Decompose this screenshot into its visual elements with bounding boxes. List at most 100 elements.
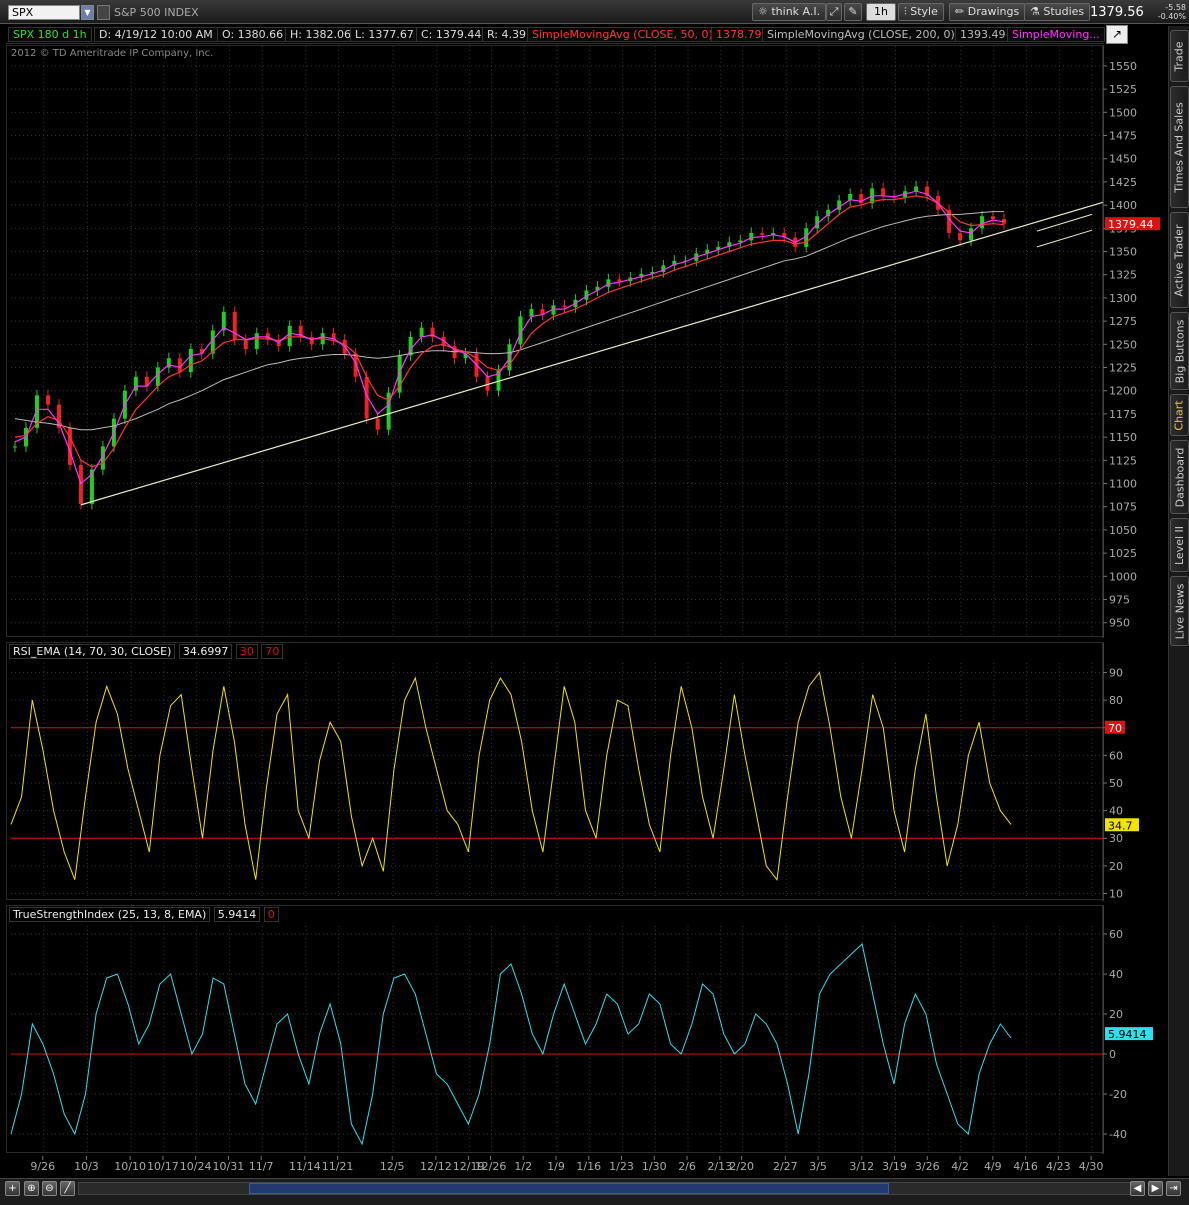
price-ytick-label: 1400 bbox=[1109, 199, 1137, 212]
xtick-label: 11/14 bbox=[289, 1160, 321, 1173]
price-ytick-label: 1000 bbox=[1109, 570, 1137, 583]
last-price: 1379.56 bbox=[1090, 5, 1144, 20]
sma-third-label[interactable]: SimpleMoving... bbox=[1007, 27, 1105, 42]
tab-chart[interactable]: Chart bbox=[1170, 394, 1189, 436]
studies-button[interactable]: ⚗ Studies bbox=[1024, 3, 1091, 21]
tsi-chart[interactable]: -40 -20 0 20 40 60 5.9414 bbox=[7, 906, 1167, 1154]
tab-live-news[interactable]: Live News bbox=[1170, 576, 1189, 646]
close-value: C: 1379.44 bbox=[416, 27, 487, 42]
price-candle-body bbox=[13, 446, 17, 448]
rsi-70-axis-label: 70 bbox=[1108, 722, 1122, 735]
xtick-label: 2/20 bbox=[729, 1160, 754, 1173]
xtick-label: 2/27 bbox=[773, 1160, 798, 1173]
cursor-date: D: 4/19/12 10:00 AM bbox=[94, 27, 218, 42]
price-candle-body bbox=[45, 395, 50, 405]
price-ytick-label: 1025 bbox=[1109, 547, 1137, 560]
scroll-right-icon[interactable]: ▶ bbox=[1148, 1181, 1163, 1196]
xtick-label: 3/12 bbox=[849, 1160, 874, 1173]
price-ytick-label: 1175 bbox=[1109, 408, 1137, 421]
price-ytick-label: 1200 bbox=[1109, 385, 1137, 398]
xtick-label: 12/5 bbox=[380, 1160, 405, 1173]
rsi-ytick-label: 10 bbox=[1109, 887, 1123, 900]
rsi-ytick-label: 50 bbox=[1109, 777, 1123, 790]
tab-big-buttons[interactable]: Big Buttons bbox=[1170, 312, 1189, 390]
think-ai-button[interactable]: ☼ think A.I. bbox=[752, 3, 827, 21]
tab-active-trader[interactable]: Active Trader bbox=[1170, 212, 1189, 308]
price-candle-body bbox=[914, 186, 919, 192]
tab-level-ii[interactable]: Level II bbox=[1170, 518, 1189, 572]
price-candle-body bbox=[991, 216, 996, 220]
chart-period[interactable]: SPX 180 d 1h bbox=[8, 27, 92, 42]
xtick-label: 2/6 bbox=[678, 1160, 696, 1173]
channel-lower-line bbox=[1036, 229, 1093, 248]
price-ytick-label: 1075 bbox=[1109, 501, 1137, 514]
rsi-line bbox=[10, 671, 1012, 881]
interval-button[interactable]: 1h bbox=[866, 3, 896, 21]
symbol-dropdown-icon[interactable]: ▼ bbox=[81, 5, 94, 20]
style-button[interactable]: ⫶ Style bbox=[898, 3, 944, 21]
wrench-icon[interactable]: ✎ bbox=[844, 3, 862, 21]
scroll-end-icon[interactable]: ⇥ bbox=[1166, 1181, 1181, 1196]
expand-icon[interactable]: ⤢ bbox=[826, 3, 842, 21]
price-candle-body bbox=[78, 464, 83, 504]
price-ytick-label: 975 bbox=[1109, 594, 1130, 607]
draw-line-icon[interactable]: ╱ bbox=[60, 1181, 75, 1196]
rsi-ytick-label: 60 bbox=[1109, 749, 1123, 762]
symbol-description: S&P 500 INDEX bbox=[114, 6, 199, 19]
sma200-value: 1393.49 bbox=[955, 27, 1011, 42]
xtick-label: 10/17 bbox=[147, 1160, 179, 1173]
rsi-ytick-label: 90 bbox=[1109, 667, 1123, 680]
price-ytick-label: 1150 bbox=[1109, 431, 1137, 444]
price-ytick-label: 1500 bbox=[1109, 106, 1137, 119]
xtick-label: 4/30 bbox=[1079, 1160, 1104, 1173]
draw-tool-icon[interactable]: ↗ bbox=[1106, 25, 1128, 44]
price-ytick-label: 1550 bbox=[1109, 60, 1137, 73]
symbol-input[interactable]: SPX bbox=[8, 5, 80, 20]
xtick-label: 4/23 bbox=[1046, 1160, 1071, 1173]
xtick-label: 11/7 bbox=[249, 1160, 274, 1173]
price-candle-body bbox=[617, 279, 622, 282]
chart-scroll-bar: + ⊕ ⊖ ╱ ◀ ▶ ⇥ bbox=[0, 1178, 1189, 1205]
price-candle-body bbox=[155, 367, 160, 387]
price-candle-body bbox=[958, 232, 963, 241]
price-change: -5.58 -0.40% bbox=[1157, 3, 1186, 21]
xtick-label: 1/9 bbox=[547, 1160, 565, 1173]
xtick-label: 3/26 bbox=[915, 1160, 940, 1173]
tab-dashboard[interactable]: Dashboard bbox=[1170, 440, 1189, 514]
sma200-label[interactable]: SimpleMovingAvg (CLOSE, 200, 0) bbox=[762, 27, 960, 42]
price-ytick-label: 1425 bbox=[1109, 176, 1137, 189]
time-scrollbar-track[interactable] bbox=[78, 1182, 1144, 1195]
time-scrollbar-thumb[interactable] bbox=[249, 1183, 889, 1194]
price-chart[interactable]: 950 975 1000 1025 1050 1075 1100 1125 1150 1175 12… bbox=[7, 46, 1167, 638]
tab-times-and-sales[interactable]: Times And Sales bbox=[1170, 86, 1189, 208]
xtick-label: 3/19 bbox=[882, 1160, 907, 1173]
date-axis: 9/26 10/3 10/10 10/17 10/24 10/31 11/7 11/14 11/… bbox=[30, 1156, 1104, 1173]
scroll-left-icon[interactable]: ◀ bbox=[1130, 1181, 1145, 1196]
price-candle-body bbox=[980, 216, 985, 229]
zoom-out-icon[interactable]: ⊖ bbox=[42, 1181, 57, 1196]
rsi-panel: RSI_EMA (14, 70, 30, CLOSE) 34.6997 30 7… bbox=[6, 642, 1139, 901]
xtick-label: 10/24 bbox=[180, 1160, 212, 1173]
price-candle-body bbox=[606, 279, 611, 287]
price-candle-body bbox=[529, 309, 534, 317]
sma-fast-line bbox=[14, 190, 1005, 485]
link-icon[interactable] bbox=[97, 5, 110, 20]
xtick-label: 9/26 bbox=[30, 1160, 55, 1173]
rsi-ytick-label: 40 bbox=[1109, 805, 1123, 818]
zoom-in-icon[interactable]: ⊕ bbox=[24, 1181, 39, 1196]
price-candle-body bbox=[969, 228, 974, 241]
drawings-button[interactable]: ✏ Drawings bbox=[949, 3, 1026, 21]
high-value: H: 1382.06 bbox=[285, 27, 356, 42]
price-ytick-label: 1350 bbox=[1109, 246, 1137, 259]
tab-trade[interactable]: Trade bbox=[1170, 30, 1189, 82]
sma50-value: 1378.79 bbox=[711, 27, 767, 42]
rsi-current-label: 34.7 bbox=[1108, 819, 1133, 832]
crosshair-icon[interactable]: + bbox=[5, 1181, 20, 1196]
tsi-ytick-label: -20 bbox=[1109, 1088, 1127, 1101]
rsi-ytick-label: 80 bbox=[1109, 694, 1123, 707]
sma50-label[interactable]: SimpleMovingAvg (CLOSE, 50, 0) bbox=[527, 27, 718, 42]
price-ytick-label: 950 bbox=[1109, 617, 1130, 630]
rsi-chart[interactable]: 1020304050607080907034.7 bbox=[7, 643, 1167, 901]
chart-toolbar: SPX ▼ S&P 500 INDEX ☼ think A.I. ⤢ ✎ 1h … bbox=[0, 0, 1189, 24]
price-ytick-label: 1050 bbox=[1109, 524, 1137, 537]
